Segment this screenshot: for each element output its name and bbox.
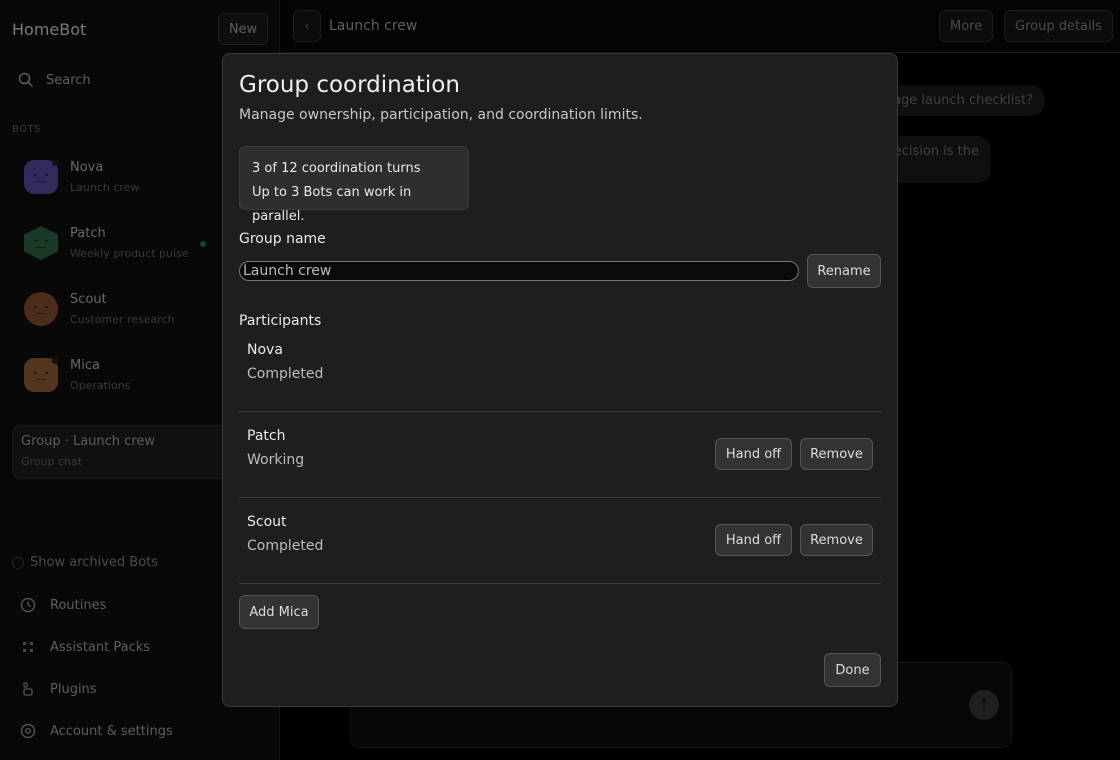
group-name-input[interactable] — [239, 261, 799, 281]
participant-name: Scout — [247, 514, 287, 530]
group-name-label: Group name — [239, 231, 326, 247]
dialog-subtitle: Manage ownership, participation, and coo… — [239, 107, 643, 123]
dialog-title: Group coordination — [239, 72, 460, 98]
participant-row: Nova Completed — [239, 326, 881, 412]
participant-name: Patch — [247, 428, 286, 444]
remove-button[interactable]: Remove — [800, 438, 873, 470]
participant-row: Scout Completed Hand off Remove — [239, 498, 881, 584]
remove-button[interactable]: Remove — [800, 524, 873, 556]
done-button[interactable]: Done — [824, 653, 881, 687]
hand-off-button[interactable]: Hand off — [715, 524, 792, 556]
participant-row: Patch Working Hand off Remove — [239, 412, 881, 498]
participant-status: Working — [247, 452, 305, 468]
participant-status: Completed — [247, 538, 324, 554]
hand-off-button[interactable]: Hand off — [715, 438, 792, 470]
rename-button[interactable]: Rename — [807, 254, 881, 288]
participant-status: Completed — [247, 366, 324, 382]
add-participant-button[interactable]: Add Mica — [239, 595, 319, 629]
coordination-turns: 3 of 12 coordination turns — [252, 161, 421, 176]
coordination-limits-card: 3 of 12 coordination turns Up to 3 Bots … — [239, 146, 469, 224]
parallel-limit: Up to 3 Bots can work in parallel. — [252, 185, 412, 224]
participant-name: Nova — [247, 342, 283, 358]
group-coordination-dialog: Group coordination Manage ownership, par… — [222, 53, 898, 707]
